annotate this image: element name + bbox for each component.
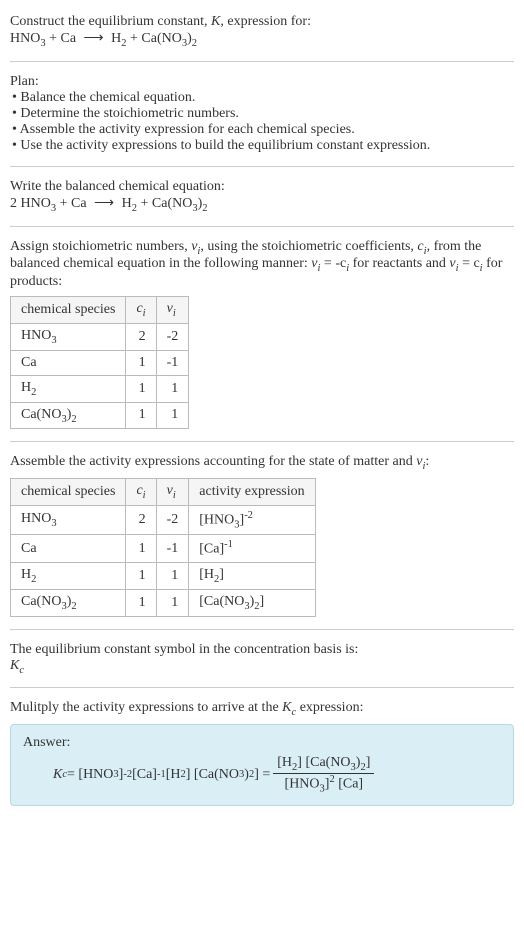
plan-section: Plan: • Balance the chemical equation. •… [10,68,514,160]
balanced-equation: 2 HNO3 + Ca ⟶ H2 + Ca(NO3)2 [10,196,208,211]
fraction: [H2] [Ca(NO3)2] [HNO3]2 [Ca] [273,755,374,794]
assign-text: Assign stoichiometric numbers, [10,239,191,254]
col-species: chemical species [11,479,126,506]
answer-label: Answer: [23,735,501,751]
plan-title: Plan: [10,74,514,90]
answer-box: Answer: Kc = [HNO3]-2 [Ca]-1 [H2] [Ca(NO… [10,724,514,805]
balanced-title: Write the balanced chemical equation: [10,179,514,195]
balanced-section: Write the balanced chemical equation: 2 … [10,173,514,220]
col-nu: νi [156,297,189,324]
plan-bullet: • Determine the stoichiometric numbers. [12,106,514,122]
table-row: HNO3 2 -2 [HNO3]-2 [11,505,316,534]
unbalanced-equation: HNO3 + Ca ⟶ H2 + Ca(NO3)2 [10,31,197,46]
table-row: HNO3 2 -2 [11,323,189,350]
reaction-arrow-icon: ⟶ [84,31,104,46]
plan-bullet: • Balance the chemical equation. [12,90,514,106]
reaction-arrow-icon: ⟶ [94,196,114,211]
assemble-section: Assemble the activity expressions accoun… [10,448,514,622]
assign-section: Assign stoichiometric numbers, νi, using… [10,233,514,436]
col-nu: νi [156,479,189,506]
col-species: chemical species [11,297,126,324]
table-row: Ca(NO3)2 1 1 [11,402,189,429]
table-row: H2 1 1 [11,375,189,402]
assemble-text: Assemble the activity expressions accoun… [10,454,416,469]
col-ci: ci [126,479,156,506]
divider [10,166,514,167]
symbol-text: The equilibrium constant symbol in the c… [10,642,514,658]
table-row: Ca 1 -1 [Ca]-1 [11,535,316,563]
col-activity: activity expression [189,479,315,506]
table-row: H2 1 1 [H2] [11,563,316,590]
divider [10,226,514,227]
plan-bullet: • Assemble the activity expression for e… [12,122,514,138]
divider [10,441,514,442]
divider [10,61,514,62]
table-header-row: chemical species ci νi [11,297,189,324]
symbol-section: The equilibrium constant symbol in the c… [10,636,514,682]
activity-table: chemical species ci νi activity expressi… [10,478,316,617]
multiply-section: Mulitply the activity expressions to arr… [10,694,514,811]
prompt-section: Construct the equilibrium constant, K, e… [10,8,514,55]
k-variable: K [211,14,220,29]
prompt-text: Construct the equilibrium constant, [10,14,211,29]
table-row: Ca(NO3)2 1 1 [Ca(NO3)2] [11,589,316,616]
divider [10,687,514,688]
divider [10,629,514,630]
prompt-text-2: , expression for: [220,14,311,29]
kc-symbol: K [10,658,19,673]
answer-expression: Kc = [HNO3]-2 [Ca]-1 [H2] [Ca(NO3)2] = [… [23,755,501,794]
col-ci: ci [126,297,156,324]
table-header-row: chemical species ci νi activity expressi… [11,479,316,506]
multiply-text: Mulitply the activity expressions to arr… [10,700,282,715]
plan-bullet: • Use the activity expressions to build … [12,138,514,154]
stoichiometry-table: chemical species ci νi HNO3 2 -2 Ca 1 -1… [10,296,189,429]
table-row: Ca 1 -1 [11,350,189,375]
